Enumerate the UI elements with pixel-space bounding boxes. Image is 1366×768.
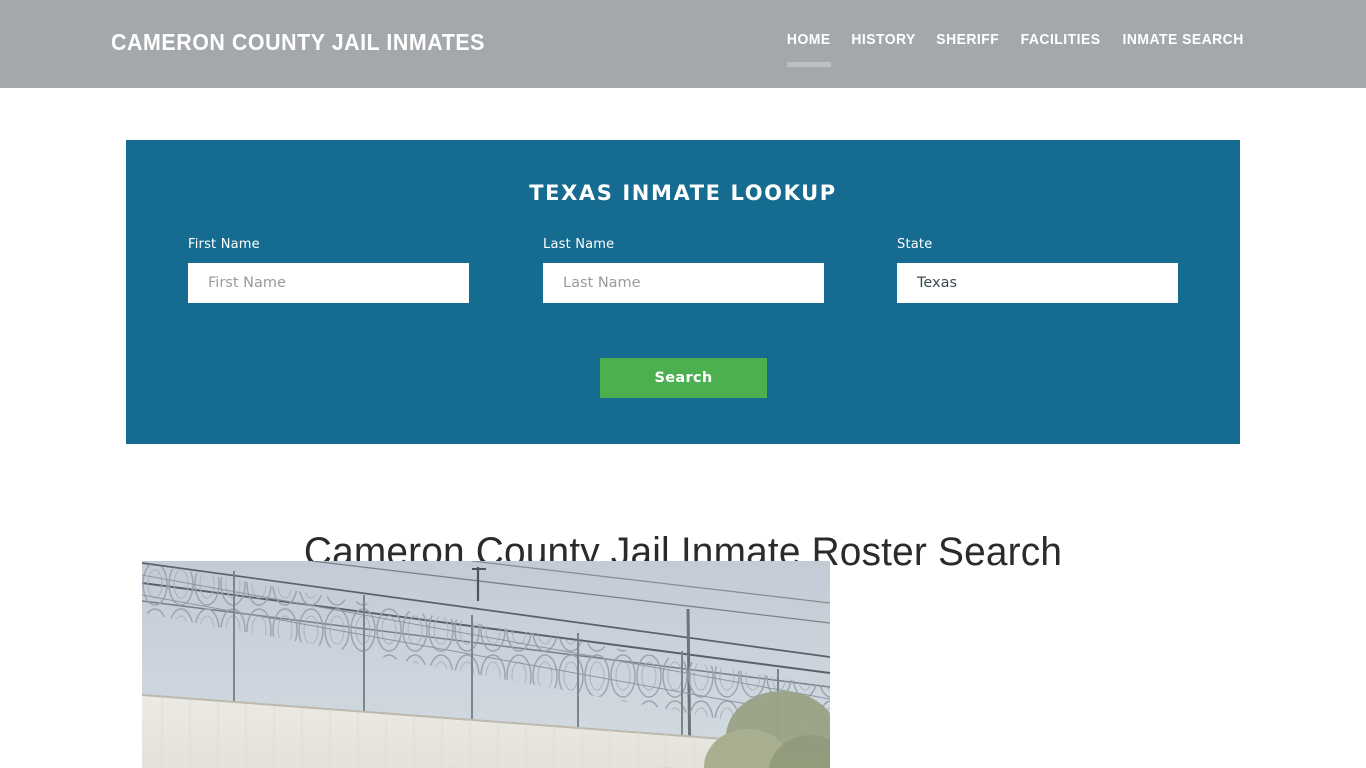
detention-center-photo: RUBEN M. TORRES SR. CAMERON COUNTY DETEN… <box>142 561 830 768</box>
inmate-lookup-panel: TEXAS INMATE LOOKUP First Name Last Name… <box>126 140 1240 444</box>
last-name-input[interactable] <box>543 263 824 303</box>
nav-item-facilities[interactable]: FACILITIES <box>1012 32 1109 74</box>
first-name-input[interactable] <box>188 263 469 303</box>
last-name-field-group: Last Name <box>543 237 824 303</box>
search-button[interactable]: Search <box>600 358 767 398</box>
first-name-field-group: First Name <box>188 237 469 303</box>
state-select[interactable]: Texas <box>897 263 1178 303</box>
last-name-label: Last Name <box>543 237 615 252</box>
site-header: CAMERON COUNTY JAIL INMATES HOME HISTORY… <box>0 0 1366 88</box>
state-label: State <box>897 237 933 252</box>
nav-item-sheriff[interactable]: SHERIFF <box>928 32 1008 74</box>
first-name-label: First Name <box>188 237 260 252</box>
nav-item-home[interactable]: HOME <box>779 32 840 74</box>
state-field-group: State Texas <box>897 237 1178 303</box>
nav-item-history[interactable]: HISTORY <box>843 32 925 74</box>
lookup-title: TEXAS INMATE LOOKUP <box>529 181 837 205</box>
site-logo[interactable]: CAMERON COUNTY JAIL INMATES <box>111 29 485 56</box>
detention-center-photo-graphic: RUBEN M. TORRES SR. CAMERON COUNTY DETEN… <box>142 561 830 768</box>
nav-item-inmate-search[interactable]: INMATE SEARCH <box>1114 32 1252 74</box>
main-navigation: HOME HISTORY SHERIFF FACILITIES INMATE S… <box>777 32 1255 74</box>
